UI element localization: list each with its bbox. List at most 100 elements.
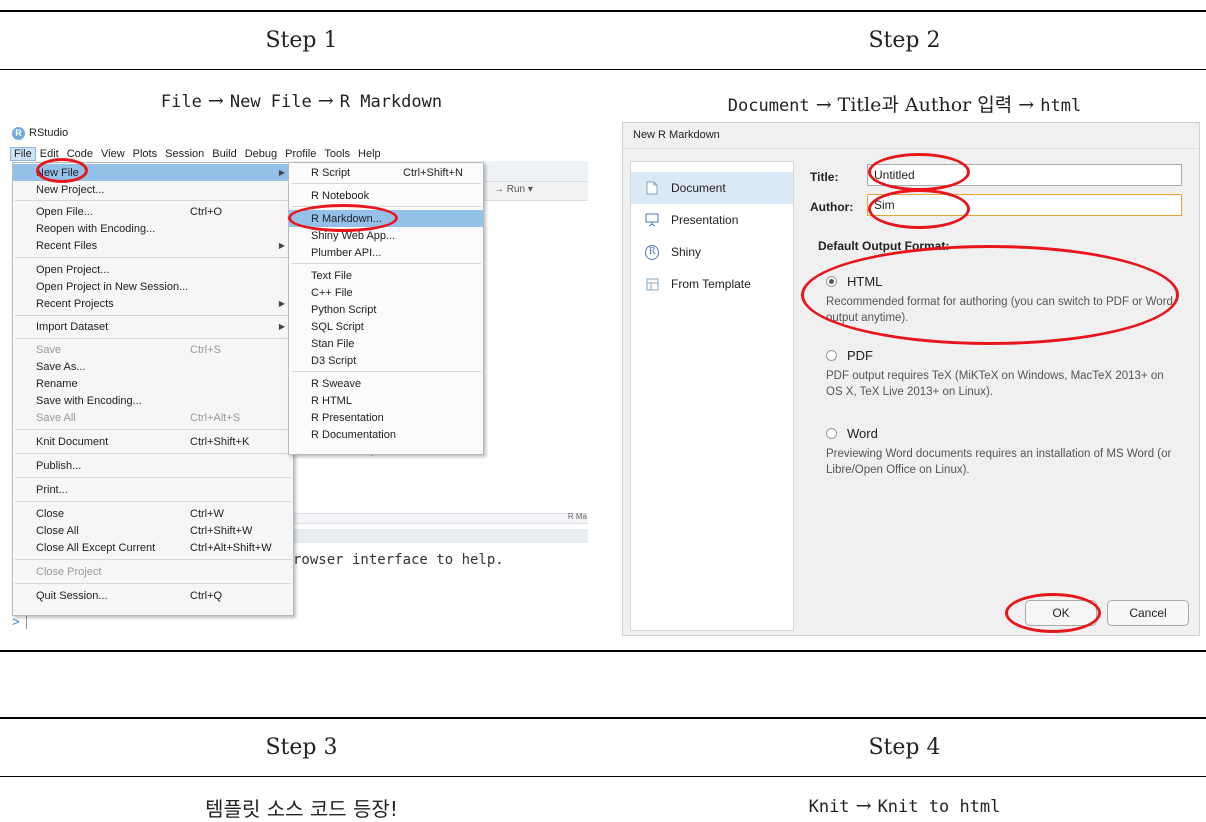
author-label: Author: [810,200,854,214]
radio-pdf[interactable] [826,350,837,361]
menu-separator [291,206,481,207]
radio-word[interactable] [826,428,837,439]
submenu-item-text-file[interactable]: Text File [289,267,483,284]
submenu-item-sql-script[interactable]: SQL Script [289,318,483,335]
submenu-item-plumber-api[interactable]: Plumber API... [289,244,483,261]
author-input[interactable]: Sim [867,194,1182,216]
type-from-template[interactable]: From Template [631,268,793,300]
menu-item-close-all-except-current[interactable]: Close All Except Current Ctrl+Alt+Shift+W [13,539,293,556]
submenu-item-d3-script[interactable]: D3 Script [289,352,483,369]
menu-item-knit-document[interactable]: Knit Document Ctrl+Shift+K [13,433,293,450]
window-titlebar: R RStudio [10,122,588,144]
menu-build[interactable]: Build [208,148,240,160]
menu-separator [15,257,291,258]
rstudio-screenshot: R RStudio File Edit Code View Plots Sess… [10,122,588,637]
menu-item-save-all[interactable]: Save All Ctrl+Alt+S [13,409,293,426]
menu-item-recent-projects[interactable]: Recent Projects ▶ [13,295,293,312]
menu-item-import-dataset[interactable]: Import Dataset ▶ [13,318,293,335]
step3-header: Step 3 [265,735,338,760]
default-output-format-label: Default Output Format: [818,239,950,253]
menu-separator [15,583,291,584]
option-html-desc: Recommended format for authoring (you ca… [826,296,1173,324]
menu-item-save-as[interactable]: Save As... [13,358,293,375]
menu-item-reopen-encoding[interactable]: Reopen with Encoding... [13,220,293,237]
rstudio-logo-icon: R [12,126,25,140]
menu-separator [15,559,291,560]
menu-separator [15,200,291,201]
menu-item-close-project[interactable]: Close Project [13,563,293,580]
menu-item-close-all[interactable]: Close All Ctrl+Shift+W [13,522,293,539]
submenu-item-r-sweave[interactable]: R Sweave [289,375,483,392]
radio-html[interactable] [826,276,837,287]
menu-view[interactable]: View [97,148,129,160]
menu-separator [15,453,291,454]
type-shiny[interactable]: R Shiny [631,236,793,268]
step3-caption: 템플릿 소스 코드 등장! [205,797,398,821]
menu-item-new-file[interactable]: New File ▶ [13,164,293,181]
app-title: RStudio [29,127,69,139]
option-word-label: Word [847,426,878,441]
table2-header-rule [0,776,1206,777]
submenu-item-r-script[interactable]: R Script Ctrl+Shift+N [289,164,483,181]
submenu-item-python-script[interactable]: Python Script [289,301,483,318]
table-bottom-rule [0,650,1206,652]
menu-item-open-project[interactable]: Open Project... [13,261,293,278]
table2-top-rule [0,717,1206,719]
menu-tools[interactable]: Tools [320,148,354,160]
console-prompt[interactable]: > [12,614,27,629]
menu-help[interactable]: Help [354,148,385,160]
menu-file[interactable]: File [10,146,36,161]
dialog-body: Document Presentation R Shiny From Templ… [623,148,1199,635]
title-input[interactable]: Untitled [867,164,1182,186]
submenu-arrow-icon: ▶ [278,299,285,308]
menu-item-open-file[interactable]: Open File... Ctrl+O [13,203,293,220]
menu-item-rename[interactable]: Rename [13,375,293,392]
menu-edit[interactable]: Edit [36,148,63,160]
console-text: rowser interface to help. [293,552,504,568]
ok-button[interactable]: OK [1025,600,1097,626]
submenu-item-r-markdown[interactable]: R Markdown... [289,210,483,227]
option-html-label: HTML [847,274,883,289]
file-menu: New File ▶ New Project... Open File... Ct… [12,162,294,616]
step4-header: Step 4 [868,735,941,760]
menu-item-save[interactable]: Save Ctrl+S [13,341,293,358]
menu-item-recent-files[interactable]: Recent Files ▶ [13,237,293,254]
title-label: Title: [810,170,839,184]
menubar: File Edit Code View Plots Session Build … [10,146,588,161]
menu-item-publish[interactable]: Publish... [13,457,293,474]
submenu-item-r-documentation[interactable]: R Documentation [289,426,483,443]
submenu-item-r-notebook[interactable]: R Notebook [289,187,483,204]
option-pdf-desc: PDF output requires TeX (MiKTeX on Windo… [826,370,1164,398]
menu-plots[interactable]: Plots [129,148,161,160]
menu-item-print[interactable]: Print... [13,481,293,498]
menu-separator [15,315,291,316]
step1-header: Step 1 [265,28,338,53]
menu-code[interactable]: Code [63,148,97,160]
shiny-r-icon: R [645,244,659,260]
menu-profile[interactable]: Profile [281,148,320,160]
submenu-item-r-html[interactable]: R HTML [289,392,483,409]
submenu-arrow-icon: ▶ [278,322,285,331]
menu-separator [291,263,481,264]
menu-item-quit-session[interactable]: Quit Session... Ctrl+Q [13,587,293,604]
menu-debug[interactable]: Debug [241,148,281,160]
menu-item-open-project-new-session[interactable]: Open Project in New Session... [13,278,293,295]
type-presentation[interactable]: Presentation [631,204,793,236]
submenu-item-cpp-file[interactable]: C++ File [289,284,483,301]
table-top-rule [0,10,1206,12]
menu-item-new-project[interactable]: New Project... [13,181,293,198]
menu-session[interactable]: Session [161,148,208,160]
menu-separator [291,371,481,372]
type-document[interactable]: Document [631,172,793,204]
run-button[interactable]: → Run ▾ [494,184,533,195]
menu-separator [15,501,291,502]
document-icon [645,181,659,195]
cancel-button[interactable]: Cancel [1107,600,1189,626]
submenu-item-shiny-web-app[interactable]: Shiny Web App... [289,227,483,244]
submenu-item-r-presentation[interactable]: R Presentation [289,409,483,426]
submenu-item-stan-file[interactable]: Stan File [289,335,483,352]
submenu-arrow-icon: ▶ [278,241,285,250]
menu-item-save-with-encoding[interactable]: Save with Encoding... [13,392,293,409]
menu-item-close[interactable]: Close Ctrl+W [13,505,293,522]
new-rmarkdown-dialog: New R Markdown Document Presentation R S… [622,122,1200,636]
